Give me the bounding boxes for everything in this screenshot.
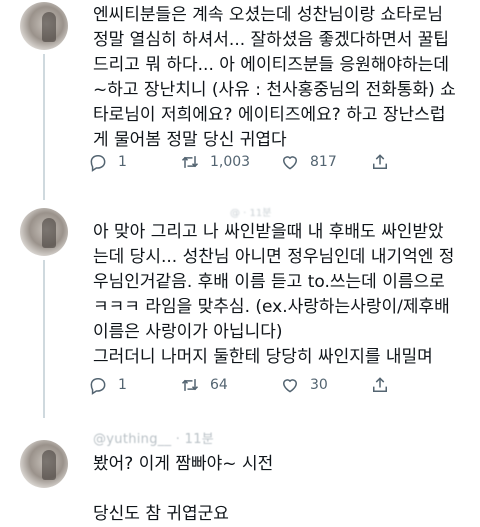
reply-icon [90,155,106,172]
tweet-actions: 1 1,003 817 [88,152,390,172]
reply-button[interactable]: 1 [88,152,180,172]
retweet-button[interactable]: 64 [180,375,280,395]
thread-line [43,260,45,418]
avatar[interactable] [20,208,68,256]
avatar[interactable] [20,440,68,488]
retweet-icon [181,156,199,168]
like-count: 817 [310,154,337,170]
retweet-count: 1,003 [210,154,251,170]
reply-count: 1 [118,154,127,170]
share-button[interactable] [370,375,390,395]
reply-icon [90,378,106,395]
share-icon [373,154,387,169]
tweet-actions: 1 64 30 [88,375,390,395]
reply-button[interactable]: 1 [88,375,180,395]
thread-line [43,54,45,200]
like-button[interactable]: 817 [280,152,370,172]
share-icon [373,377,387,392]
faded-handle-top: @ · 11분 [230,208,272,219]
tweet-text: 엔씨티분들은 계속 오셨는데 성찬님이랑 쇼타로님 정말 열심히 하셔서... … [93,5,456,150]
reply-count: 1 [118,377,127,393]
share-button[interactable] [370,152,390,172]
retweet-button[interactable]: 1,003 [180,152,280,172]
tweet-handle[interactable]: @yuthing__ · 11분 [93,428,214,447]
avatar[interactable] [20,2,68,50]
heart-icon [282,156,298,170]
tweet-text: 아 맞아 그리고 나 싸인받을때 내 후배도 싸인받았 는데 당시... 성찬님… [93,222,455,367]
tweet-text: 봤어? 이게 짬빠야~ 시전 당신도 참 귀엽군요 [93,454,274,524]
like-count: 30 [310,377,328,393]
retweet-icon [181,379,199,391]
heart-icon [282,379,298,393]
like-button[interactable]: 30 [280,375,370,395]
retweet-count: 64 [210,377,228,393]
